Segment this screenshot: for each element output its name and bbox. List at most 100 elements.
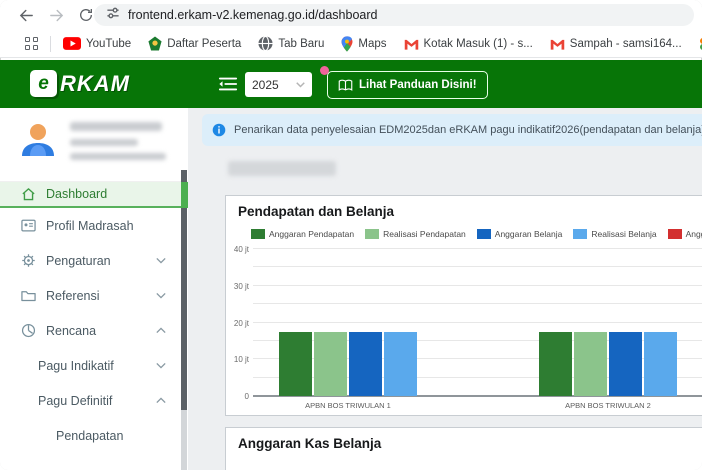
bookmark-list: YouTube Daftar Peserta Tab Baru Maps Kotak M…	[62, 35, 702, 52]
bookmark-item[interactable]: YouTube	[62, 37, 132, 50]
sidebar-item-dashboard[interactable]: Dashboard	[0, 182, 188, 208]
legend-item[interactable]: Anggaran Pendapatan	[251, 229, 354, 239]
erkam-logo-badge: e	[30, 70, 57, 97]
chevron-down-icon	[156, 292, 166, 299]
gridline	[253, 248, 702, 249]
avatar	[18, 120, 58, 165]
sidebar-item-pagu-definitif[interactable]: Pagu Definitif	[0, 383, 188, 418]
bar-realisasi-belanja[interactable]	[384, 331, 417, 396]
gridline	[253, 266, 702, 268]
sidebar-item-label: Pagu Definitif	[38, 393, 113, 408]
sidebar-item-pengaturan[interactable]: Pengaturan	[0, 243, 188, 278]
legend-label: Anggaran Belanja	[494, 229, 563, 239]
sidebar-item-label: Rencana	[46, 323, 97, 338]
page-content: Dashboard Profil Madrasah Pengaturan Refere…	[0, 108, 702, 470]
user-role-redacted	[70, 139, 138, 146]
legend-item[interactable]: Realisasi Belanja	[573, 229, 657, 239]
year-select[interactable]: 2025	[245, 72, 312, 97]
gear-icon	[20, 253, 36, 268]
site-settings-icon[interactable]	[106, 6, 120, 25]
maps-pin-icon	[341, 35, 353, 52]
legend-item[interactable]: Anggar	[667, 229, 702, 239]
main-area: Penarikan data penyelesaian EDM2025dan e…	[188, 108, 702, 470]
bookmark-label: Kotak Masuk (1) - s...	[423, 37, 533, 50]
user-profile[interactable]	[0, 112, 188, 182]
sidebar-item-profil-madrasah[interactable]: Profil Madrasah	[0, 208, 188, 243]
sidebar-item-pendapatan[interactable]: Pendapatan	[0, 418, 188, 453]
legend-item[interactable]: Realisasi Pendapatan	[365, 229, 466, 239]
sidebar-item-label: Dashboard	[46, 187, 108, 201]
chart-legend: Anggaran Pendapatan Realisasi Pendapatan A…	[251, 229, 702, 239]
notification-dot	[320, 66, 329, 75]
bar-anggaran-pendapatan[interactable]	[539, 331, 572, 396]
bookmark-label: Tab Baru	[278, 37, 325, 50]
sidebar-collapse-icon[interactable]	[218, 75, 238, 98]
sidebar-item-rencana[interactable]: Rencana	[0, 313, 188, 348]
bookmark-item[interactable]: Daftar Peserta	[148, 36, 241, 51]
misc-favicon-icon	[699, 37, 702, 51]
guide-button[interactable]: Lihat Panduan Disini!	[327, 71, 488, 99]
erkam-logo[interactable]: e RKAM	[30, 70, 130, 97]
x-axis-label: APBN BOS TRIWULAN 2	[565, 401, 651, 410]
chevron-down-icon	[156, 362, 166, 369]
bookmark-item[interactable]	[699, 37, 702, 51]
legend-swatch	[667, 229, 682, 239]
sidebar-item-label: Pengaturan	[46, 253, 111, 268]
divider	[50, 35, 51, 52]
legend-swatch	[573, 229, 588, 239]
youtube-icon	[62, 37, 81, 50]
y-tick-label: 0	[244, 392, 249, 401]
legend-swatch	[251, 229, 265, 239]
y-tick-label: 20 jt	[233, 318, 249, 328]
bar-anggaran-belanja[interactable]	[349, 331, 382, 396]
bookmarks-bar: YouTube Daftar Peserta Tab Baru Maps Kotak M…	[0, 30, 702, 58]
erkam-logo-text: RKAM	[60, 70, 130, 96]
legend-label: Anggar	[685, 229, 702, 239]
home-icon	[20, 187, 36, 202]
gridline	[253, 321, 702, 323]
apps-grid-icon[interactable]	[25, 37, 38, 50]
y-tick-label: 30 jt	[233, 281, 249, 291]
bookmark-label: Daftar Peserta	[167, 37, 242, 50]
legend-label: Anggaran Pendapatan	[269, 229, 355, 239]
bookmark-item[interactable]: Maps	[341, 35, 387, 52]
bar-anggaran-belanja[interactable]	[609, 331, 642, 396]
sidebar-scrollbar-track	[181, 410, 187, 470]
app-header: e RKAM 2025 Lihat Panduan Disini!	[0, 60, 702, 108]
folder-icon	[20, 289, 36, 302]
bookmark-item[interactable]: Sampah - samsi164...	[550, 38, 682, 50]
chevron-down-icon	[156, 257, 166, 264]
bookmark-item[interactable]: Tab Baru	[258, 36, 324, 51]
bar-anggaran-pendapatan[interactable]	[279, 331, 312, 396]
chevron-down-icon	[296, 81, 305, 88]
browser-toolbar: frontend.erkam-v2.kemenag.go.id/dashboar…	[0, 0, 702, 30]
chart-title: Pendapatan dan Belanja	[238, 204, 395, 219]
kas-card-title: Anggaran Kas Belanja	[238, 436, 382, 451]
sidebar-item-label: Profil Madrasah	[46, 218, 134, 233]
kas-card: Anggaran Kas Belanja	[225, 427, 702, 470]
sidebar-menu: Dashboard Profil Madrasah Pengaturan Refere…	[0, 182, 188, 453]
info-icon	[212, 123, 226, 137]
guide-button-label: Lihat Panduan Disini!	[359, 79, 477, 91]
forward-button-icon[interactable]	[46, 5, 66, 25]
legend-item[interactable]: Anggaran Belanja	[476, 229, 563, 239]
page-title-redacted	[228, 161, 336, 176]
kemenag-icon	[148, 36, 162, 51]
reload-button-icon[interactable]	[76, 5, 96, 25]
bar-realisasi-pendapatan[interactable]	[574, 331, 607, 396]
bar-realisasi-belanja[interactable]	[644, 331, 677, 396]
bookmark-label: YouTube	[85, 37, 132, 50]
bar-realisasi-pendapatan[interactable]	[314, 331, 347, 396]
bookmark-label: Maps	[358, 37, 387, 50]
year-value: 2025	[252, 77, 279, 92]
legend-swatch	[365, 229, 380, 239]
sidebar-item-pagu-indikatif[interactable]: Pagu Indikatif	[0, 348, 188, 383]
back-button-icon[interactable]	[16, 5, 36, 25]
chart-card: Pendapatan dan Belanja Anggaran Pendapat…	[225, 195, 702, 416]
url-text[interactable]: frontend.erkam-v2.kemenag.go.id/dashboar…	[128, 8, 377, 22]
sidebar-item-label: Referensi	[46, 288, 100, 303]
sidebar-item-referensi[interactable]: Referensi	[0, 278, 188, 313]
bookmark-item[interactable]: Kotak Masuk (1) - s...	[404, 38, 533, 50]
chart-plot	[253, 248, 702, 397]
address-bar[interactable]: frontend.erkam-v2.kemenag.go.id/dashboar…	[94, 4, 694, 26]
